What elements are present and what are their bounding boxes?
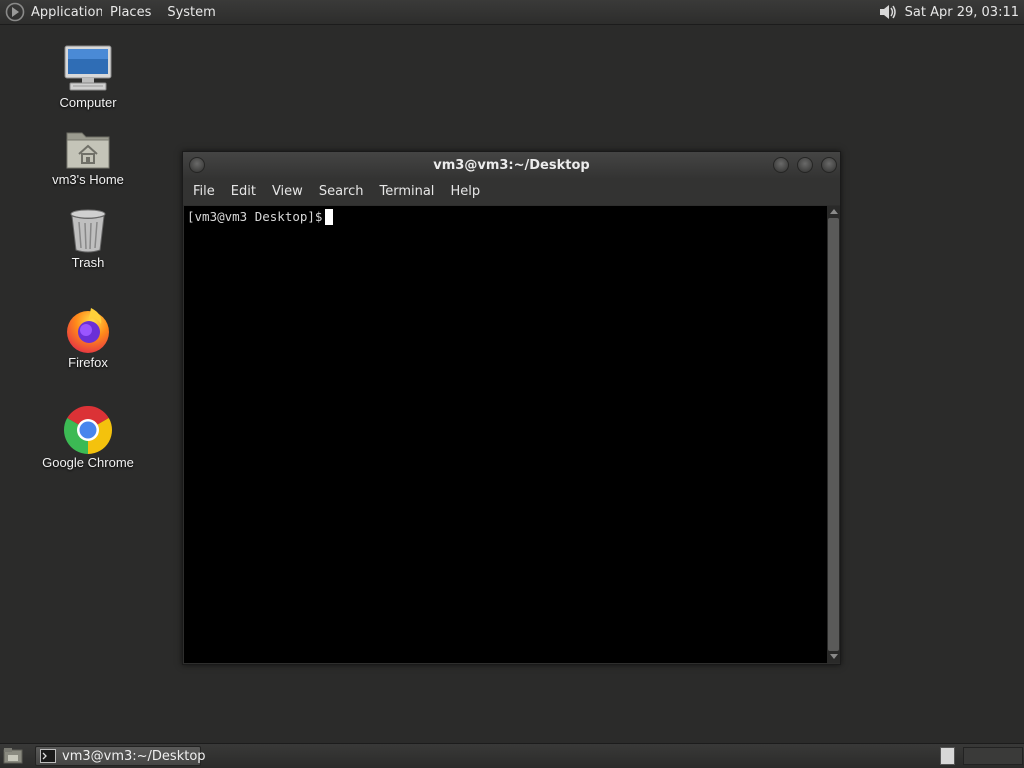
bottom-panel: vm3@vm3:~/Desktop — [0, 743, 1024, 768]
desktop-icon-label: Trash — [71, 255, 105, 270]
desktop-icon-label: Google Chrome — [42, 455, 134, 470]
firefox-icon — [67, 308, 109, 353]
menu-view[interactable]: View — [264, 179, 311, 205]
title-bar[interactable]: vm3@vm3:~/Desktop — [183, 152, 840, 179]
clock[interactable]: Sat Apr 29, 03:11 — [899, 5, 1024, 20]
menu-file[interactable]: File — [185, 179, 223, 205]
terminal-output[interactable]: [vm3@vm3 Desktop]$ — [184, 206, 827, 663]
scrollbar-thumb[interactable] — [828, 218, 839, 651]
close-button[interactable] — [821, 157, 837, 173]
desktop-icon-label: vm3's Home — [52, 172, 124, 187]
chrome-icon — [63, 406, 113, 454]
taskbar-window-label: vm3@vm3:~/Desktop — [62, 748, 206, 764]
desktop-icon-computer[interactable]: Computer — [28, 44, 148, 110]
workspace-1[interactable] — [940, 747, 955, 765]
top-panel: Applications Places System Sat Apr 29, 0… — [0, 0, 1024, 25]
desktop-icon-chrome[interactable]: Google Chrome — [28, 406, 148, 470]
terminal-menubar: File Edit View Search Terminal Help — [183, 179, 840, 205]
applications-menu[interactable]: Applications — [0, 0, 102, 25]
home-folder-icon — [66, 132, 110, 169]
desktop-icon-firefox[interactable]: Firefox — [28, 306, 148, 370]
desktop-icon-trash[interactable]: Trash — [28, 208, 148, 270]
shell-prompt: [vm3@vm3 Desktop]$ — [187, 209, 323, 224]
taskbar-window-button[interactable]: vm3@vm3:~/Desktop — [35, 746, 206, 766]
window-title: vm3@vm3:~/Desktop — [433, 158, 590, 173]
computer-icon — [64, 45, 112, 91]
menu-search[interactable]: Search — [311, 179, 372, 205]
minimize-button[interactable] — [773, 157, 789, 173]
system-menu[interactable]: System — [159, 0, 223, 25]
desktop-icon-home[interactable]: vm3's Home — [28, 127, 148, 187]
vertical-scrollbar[interactable] — [827, 206, 840, 663]
menu-help[interactable]: Help — [442, 179, 488, 205]
distro-logo-icon — [5, 2, 25, 22]
show-desktop-icon[interactable] — [2, 746, 26, 766]
terminal-icon — [40, 749, 56, 763]
maximize-button[interactable] — [797, 157, 813, 173]
volume-icon[interactable] — [877, 1, 899, 23]
scroll-down-arrow-icon[interactable] — [830, 654, 838, 659]
text-cursor — [325, 209, 334, 225]
desktop-icon-label: Computer — [59, 95, 117, 110]
terminal-window[interactable]: vm3@vm3:~/Desktop File Edit View Search … — [182, 151, 841, 665]
desktop-icon-label: Firefox — [68, 355, 108, 370]
places-menu[interactable]: Places — [102, 0, 159, 25]
applications-menu-label: Applications — [31, 4, 102, 20]
trash-icon — [70, 209, 106, 253]
menu-terminal[interactable]: Terminal — [371, 179, 442, 205]
menu-edit[interactable]: Edit — [223, 179, 264, 205]
workspace-switcher[interactable] — [963, 747, 1023, 765]
scroll-up-arrow-icon[interactable] — [830, 209, 838, 214]
